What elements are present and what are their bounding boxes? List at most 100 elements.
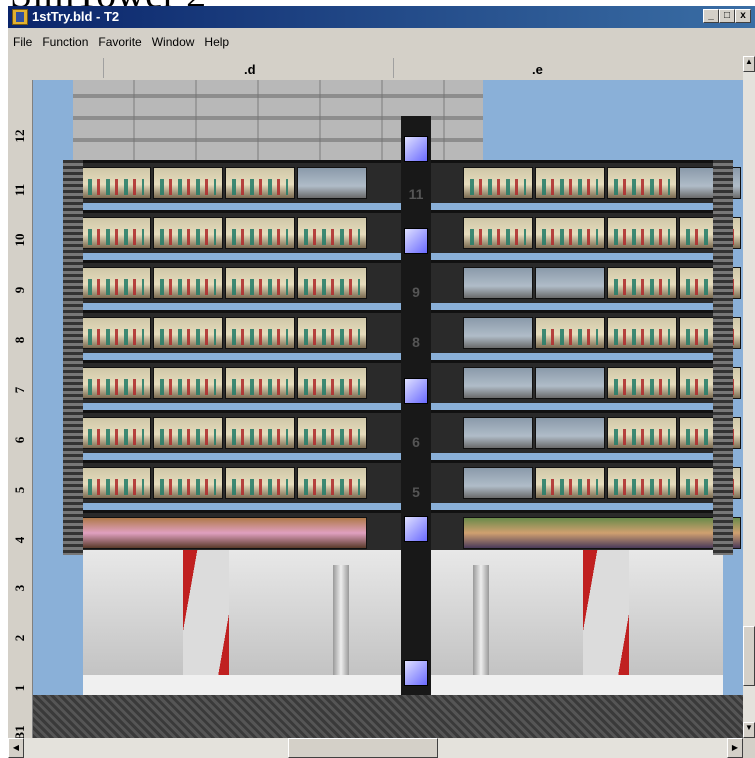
office-unit[interactable]	[225, 367, 295, 399]
office-unit[interactable]	[81, 467, 151, 499]
office-unit-vacant[interactable]	[463, 467, 533, 499]
window-title: 1stTry.bld - T2	[32, 9, 120, 24]
escalator-right[interactable]	[583, 550, 629, 695]
floor-6	[63, 410, 741, 453]
office-unit[interactable]	[225, 317, 295, 349]
menu-favorite[interactable]: Favorite	[93, 28, 146, 56]
elevator-car[interactable]	[404, 378, 428, 404]
office-unit[interactable]	[607, 367, 677, 399]
office-unit-vacant[interactable]	[297, 167, 367, 199]
office-unit[interactable]	[297, 417, 367, 449]
office-unit[interactable]	[607, 167, 677, 199]
office-unit[interactable]	[297, 317, 367, 349]
office-unit[interactable]	[153, 467, 223, 499]
ruler-label-d: .d	[244, 62, 256, 77]
close-button[interactable]: x	[735, 9, 751, 23]
sim-tower-icon	[12, 9, 28, 25]
office-unit[interactable]	[153, 317, 223, 349]
stairs-left[interactable]	[63, 160, 83, 555]
elevator-car[interactable]	[404, 228, 428, 254]
office-unit[interactable]	[153, 217, 223, 249]
office-unit[interactable]	[607, 317, 677, 349]
office-unit[interactable]	[297, 367, 367, 399]
menu-file[interactable]: File	[8, 28, 37, 56]
office-unit[interactable]	[225, 167, 295, 199]
office-unit[interactable]	[297, 467, 367, 499]
floor-label-4: 4	[12, 536, 27, 544]
elevator-car[interactable]	[404, 660, 428, 686]
elevator-floor-label-6: 6	[412, 434, 420, 450]
basement-b1[interactable]	[33, 695, 743, 738]
office-unit[interactable]	[607, 267, 677, 299]
office-unit[interactable]	[153, 167, 223, 199]
lobby-pillar	[333, 565, 349, 685]
floor-9	[63, 260, 741, 303]
office-unit[interactable]	[297, 217, 367, 249]
elevator-floor-label-5: 5	[412, 484, 420, 500]
floor-11	[63, 160, 741, 203]
column-ruler: .d .e	[8, 56, 743, 81]
lobby-pillar	[473, 565, 489, 685]
office-unit[interactable]	[535, 167, 605, 199]
office-unit[interactable]	[607, 467, 677, 499]
floor-label-3: 3	[12, 584, 27, 592]
menu-window[interactable]: Window	[147, 28, 200, 56]
office-unit[interactable]	[225, 417, 295, 449]
office-unit-vacant[interactable]	[463, 417, 533, 449]
office-unit[interactable]	[463, 167, 533, 199]
office-unit[interactable]	[153, 417, 223, 449]
arrow-right-icon[interactable]: ▶	[727, 738, 743, 758]
office-unit[interactable]	[81, 167, 151, 199]
office-unit[interactable]	[81, 217, 151, 249]
arrow-down-icon[interactable]: ▼	[743, 722, 755, 738]
stairs-right[interactable]	[713, 160, 733, 555]
horizontal-scrollbar[interactable]: ◀ ▶	[8, 738, 743, 758]
title-bar[interactable]: 1stTry.bld - T2 _ □ x	[8, 6, 755, 28]
arrow-left-icon[interactable]: ◀	[8, 738, 24, 758]
menu-function[interactable]: Function	[37, 28, 93, 56]
office-unit[interactable]	[535, 317, 605, 349]
office-unit-vacant[interactable]	[535, 367, 605, 399]
office-unit[interactable]	[225, 217, 295, 249]
office-unit[interactable]	[81, 267, 151, 299]
office-unit-vacant[interactable]	[535, 417, 605, 449]
vertical-scrollbar[interactable]: ▲ ▼	[743, 56, 755, 738]
office-unit[interactable]	[225, 467, 295, 499]
office-unit[interactable]	[225, 267, 295, 299]
floor-8	[63, 310, 741, 353]
arrow-up-icon[interactable]: ▲	[743, 56, 755, 72]
office-unit[interactable]	[535, 217, 605, 249]
retail-row[interactable]	[463, 517, 741, 549]
office-unit-vacant[interactable]	[535, 267, 605, 299]
elevator-shaft[interactable]: 11 9 8 6 5	[401, 116, 431, 738]
office-unit[interactable]	[153, 267, 223, 299]
tower-view[interactable]: 11 9 8 6 5	[33, 80, 743, 738]
floor-7	[63, 360, 741, 403]
office-unit[interactable]	[297, 267, 367, 299]
office-unit-vacant[interactable]	[463, 267, 533, 299]
app-window: 1stTry.bld - T2 _ □ x File Function Favori…	[8, 6, 755, 758]
floor-label-6: 6	[12, 436, 27, 444]
elevator-car[interactable]	[404, 516, 428, 542]
horizontal-scroll-thumb[interactable]	[288, 738, 438, 758]
office-unit-vacant[interactable]	[463, 317, 533, 349]
office-unit[interactable]	[463, 217, 533, 249]
office-unit[interactable]	[81, 417, 151, 449]
vertical-scroll-thumb[interactable]	[743, 626, 755, 686]
office-unit[interactable]	[153, 367, 223, 399]
elevator-floor-label-9: 9	[412, 284, 420, 300]
office-unit-vacant[interactable]	[463, 367, 533, 399]
office-unit[interactable]	[535, 467, 605, 499]
minimize-button[interactable]: _	[703, 9, 719, 23]
maximize-button[interactable]: □	[719, 9, 735, 23]
floor-4-shops	[63, 510, 741, 553]
escalator-left[interactable]	[183, 550, 229, 695]
office-unit[interactable]	[81, 367, 151, 399]
office-unit[interactable]	[607, 217, 677, 249]
retail-row[interactable]	[81, 517, 367, 549]
menu-help[interactable]: Help	[199, 28, 234, 56]
elevator-floor-label-8: 8	[412, 334, 420, 350]
office-unit[interactable]	[607, 417, 677, 449]
elevator-car[interactable]	[404, 136, 428, 162]
office-unit[interactable]	[81, 317, 151, 349]
